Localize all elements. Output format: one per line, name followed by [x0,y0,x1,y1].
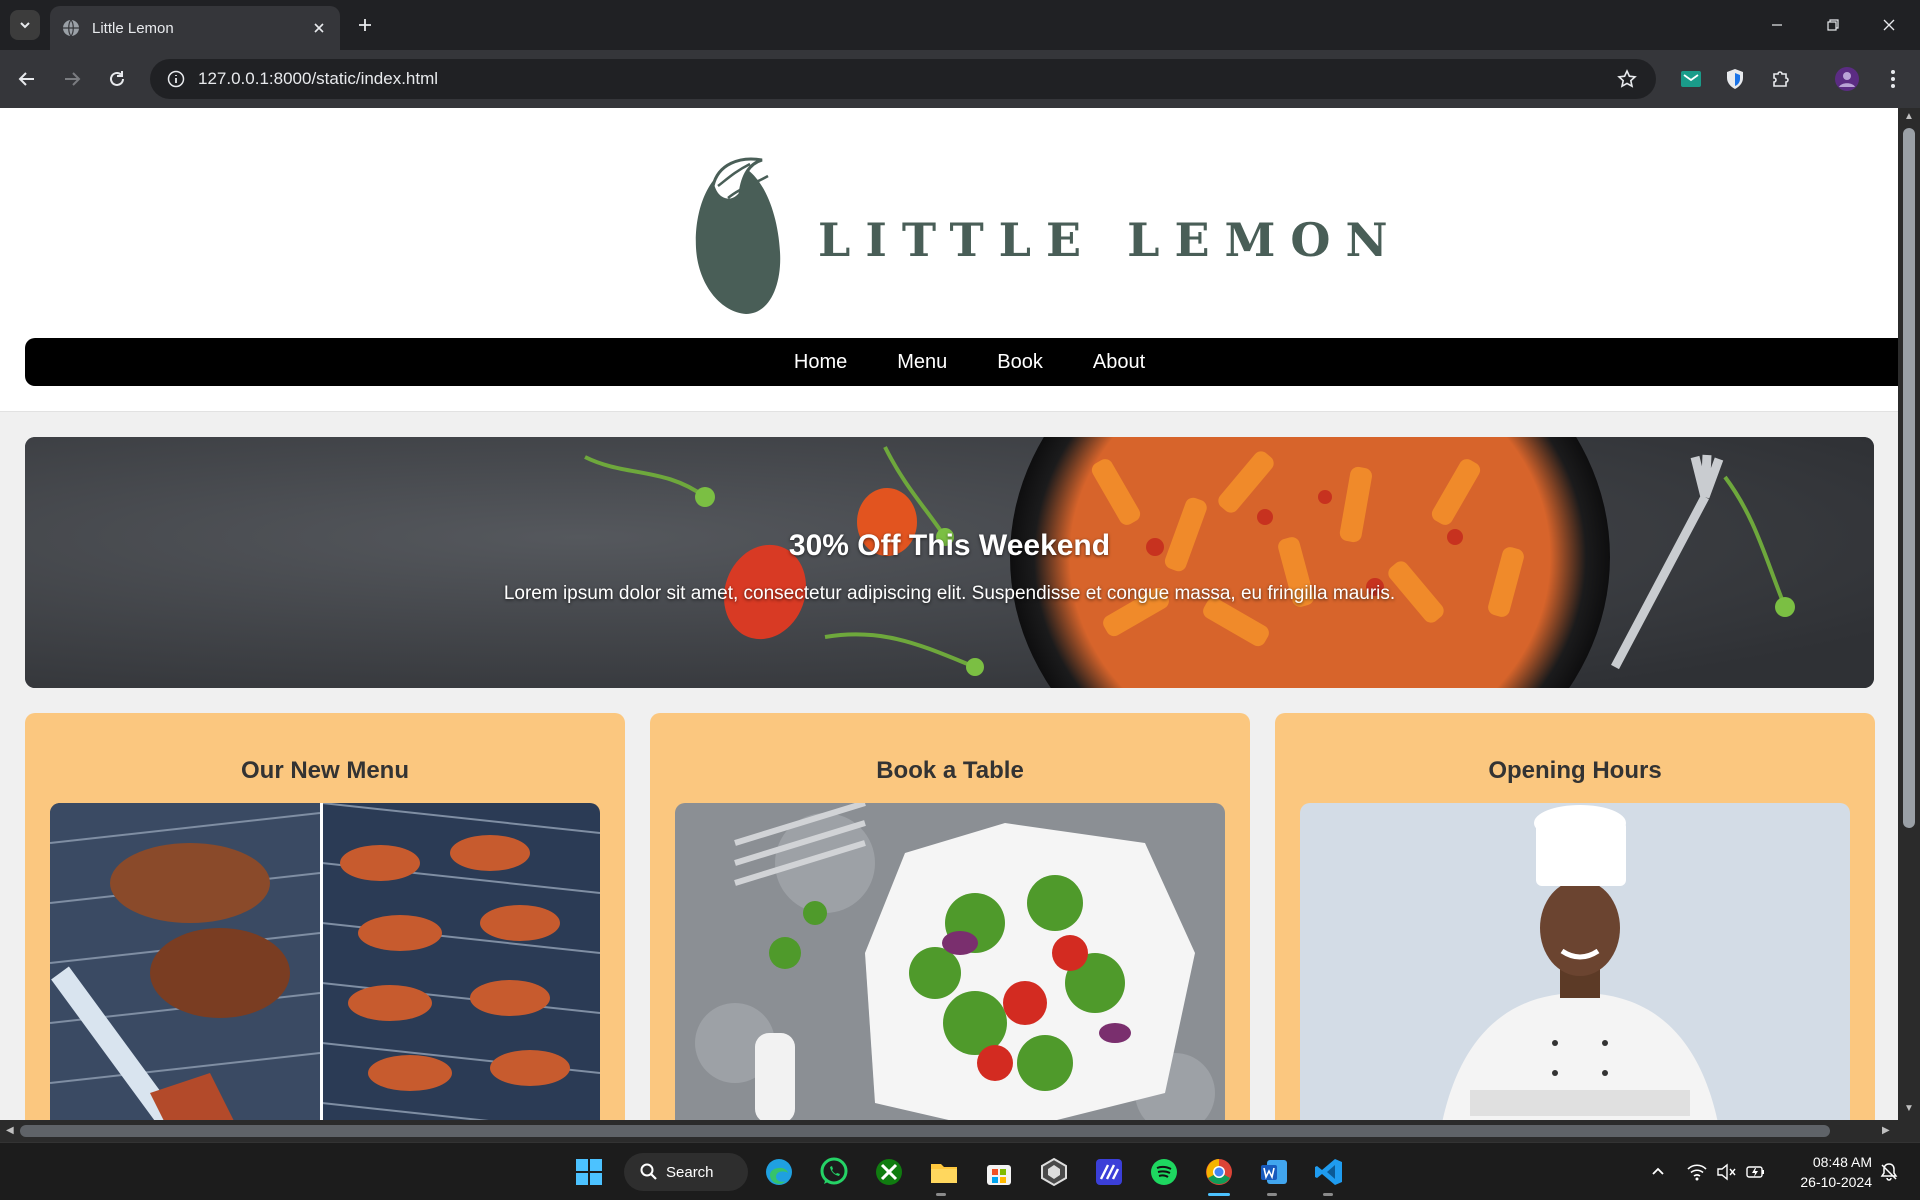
reload-button[interactable] [102,64,132,94]
xbox-icon[interactable] [872,1155,906,1189]
restore-button[interactable] [1820,12,1846,38]
chrome-active-indicator [1208,1193,1230,1196]
reload-icon [110,71,124,86]
scroll-right-icon[interactable]: ▶ [1882,1126,1890,1136]
ide-app-icon[interactable] [1092,1155,1126,1189]
extension-mail-icon[interactable] [1676,64,1706,94]
scroll-down-icon[interactable]: ▼ [1904,1104,1914,1114]
page-viewport: LITTLE LEMON Home Menu Book About 30% Of… [0,108,1898,1120]
lemon-logo-icon[interactable] [688,156,788,316]
battery-charging-icon[interactable] [1745,1161,1767,1183]
taskbar-search[interactable]: Search [624,1153,748,1191]
chevron-down-icon [20,22,30,29]
vertical-scrollbar[interactable]: ▲ ▼ [1898,108,1920,1120]
tab-title: Little Lemon [92,19,174,37]
main-nav: Home Menu Book About [25,338,1898,386]
search-label: Search [666,1163,714,1181]
system-clock[interactable]: 08:48 AM 26-10-2024 [1782,1152,1872,1192]
minimize-button[interactable] [1764,12,1790,38]
address-bar[interactable]: 127.0.0.1:8000/static/index.html [150,59,1656,99]
horizontal-scroll-thumb[interactable] [20,1125,1830,1137]
globe-icon [63,19,79,37]
browser-toolbar: 127.0.0.1:8000/static/index.html [0,50,1920,108]
profile-avatar-icon[interactable] [1832,64,1862,94]
arrow-left-icon [18,72,34,86]
file-explorer-icon[interactable] [927,1155,961,1189]
nav-about-link[interactable]: About [1093,351,1145,373]
new-tab-button[interactable] [352,12,378,38]
chef-image [1300,803,1850,1120]
card-title: Our New Menu [240,757,409,784]
card-book-table[interactable]: Book a Table [650,713,1250,1120]
card-title: Opening Hours [1488,757,1662,784]
unity-icon[interactable] [1037,1155,1071,1189]
clock-time: 08:48 AM [1812,1154,1872,1170]
nav-home-link[interactable]: Home [794,351,847,373]
close-icon [1883,19,1895,31]
close-window-button[interactable] [1876,12,1902,38]
wifi-icon[interactable] [1686,1161,1708,1183]
explorer-running-indicator [936,1193,946,1196]
search-icon [640,1163,657,1180]
browser-tab-bar: Little Lemon [0,0,1920,50]
scroll-up-icon[interactable]: ▲ [1904,112,1914,122]
grilled-meat-image [50,803,600,1120]
card-title: Book a Table [876,757,1024,784]
edge-icon[interactable] [762,1155,796,1189]
windows-taskbar: Search 08:48 AM 26-10-2024 [0,1142,1920,1200]
browser-tab[interactable]: Little Lemon [50,6,340,50]
tab-search-button[interactable] [10,10,40,40]
chrome-icon[interactable] [1202,1155,1236,1189]
promo-title: 30% Off This Weekend [788,529,1111,562]
clock-date: 26-10-2024 [1800,1174,1872,1190]
microsoft-store-icon[interactable] [982,1155,1016,1189]
spotify-icon[interactable] [1147,1155,1181,1189]
forward-button[interactable] [57,64,87,94]
windows-start-icon[interactable] [572,1155,606,1189]
show-hidden-icons-chevron-icon[interactable] [1647,1161,1669,1183]
card-opening-hours[interactable]: Opening Hours [1275,713,1875,1120]
volume-muted-icon[interactable] [1715,1161,1737,1183]
scrollbar-corner [1898,1120,1920,1142]
card-new-menu[interactable]: Our New Menu [25,713,625,1120]
scroll-left-icon[interactable]: ◀ [6,1126,14,1136]
extension-shield-icon[interactable] [1720,64,1750,94]
close-tab-icon[interactable] [310,19,328,37]
site-header: LITTLE LEMON Home Menu Book About [0,108,1898,412]
back-button[interactable] [12,64,42,94]
promo-banner: 30% Off This Weekend Lorem ipsum dolor s… [25,437,1874,688]
whatsapp-icon[interactable] [817,1155,851,1189]
notifications-bell-icon[interactable] [1878,1161,1900,1183]
nav-book-link[interactable]: Book [997,351,1043,373]
site-info-icon[interactable] [164,67,188,91]
url-text[interactable]: 127.0.0.1:8000/static/index.html [198,69,1612,89]
promo-text: Lorem ipsum dolor sit amet, consectetur … [503,583,1396,604]
word-icon[interactable] [1257,1155,1291,1189]
logo-text[interactable]: LITTLE LEMON [818,213,1403,267]
minimize-icon [1772,24,1782,26]
browser-menu-icon[interactable] [1878,64,1908,94]
plus-icon [359,19,371,31]
horizontal-scrollbar[interactable]: ◀ ▶ [0,1120,1898,1142]
restore-icon [1827,19,1839,31]
word-running-indicator [1267,1193,1277,1196]
salad-image [675,803,1225,1120]
bookmark-star-icon[interactable] [1612,64,1642,94]
vscode-icon[interactable] [1312,1155,1346,1189]
extensions-puzzle-icon[interactable] [1766,64,1796,94]
arrow-right-icon [65,72,81,86]
vscode-running-indicator [1323,1193,1333,1196]
vertical-scroll-thumb[interactable] [1903,128,1915,828]
nav-menu-link[interactable]: Menu [897,351,947,373]
